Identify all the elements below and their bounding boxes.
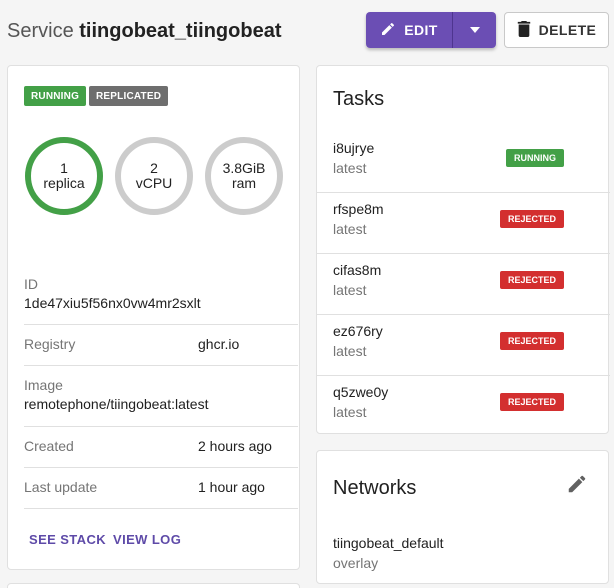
divider — [24, 508, 298, 509]
task-row[interactable]: ez676ry latest REJECTED — [317, 315, 610, 376]
divider — [24, 365, 298, 366]
task-row[interactable]: rfspe8m latest REJECTED — [317, 193, 610, 254]
registry-field: Registry ghcr.io — [24, 336, 298, 352]
delete-button-label: DELETE — [538, 22, 597, 38]
ram-gauge: 3.8GiB ram — [204, 136, 284, 216]
task-version: latest — [333, 221, 367, 237]
page-title: Service tiingobeat_tiingobeat — [7, 20, 281, 43]
pencil-icon — [380, 21, 396, 40]
delete-button[interactable]: DELETE — [504, 12, 609, 48]
status-badge-running: RUNNING — [24, 86, 87, 106]
pencil-icon[interactable] — [566, 473, 588, 500]
task-version: latest — [333, 282, 367, 298]
task-id: i8ujrye — [333, 140, 375, 156]
image-label: Image — [24, 377, 63, 393]
last-update-label: Last update — [24, 479, 98, 495]
registry-label: Registry — [24, 336, 76, 352]
replica-unit: replica — [43, 175, 85, 191]
id-field: ID 1de47xiu5f56nx0vw4mr2sxlt — [24, 276, 298, 311]
task-id: cifas8m — [333, 262, 382, 278]
tasks-title: Tasks — [333, 88, 385, 110]
last-update-field: Last update 1 hour ago — [24, 479, 298, 495]
divider — [24, 467, 298, 468]
ram-unit: ram — [231, 175, 257, 191]
image-field: Image remotephone/tiingobeat:latest — [24, 377, 298, 412]
next-card-edge — [7, 583, 300, 588]
id-value: 1de47xiu5f56nx0vw4mr2sxlt — [24, 295, 201, 311]
task-version: latest — [333, 160, 367, 176]
edit-button[interactable]: EDIT — [366, 12, 452, 48]
cpu-unit: vCPU — [135, 175, 173, 191]
task-status-badge: RUNNING — [506, 149, 564, 167]
task-row[interactable]: cifas8m latest REJECTED — [317, 254, 610, 315]
task-status-badge: REJECTED — [499, 271, 564, 289]
edit-button-group: EDIT — [366, 12, 496, 48]
see-stack-link[interactable]: SEE STACK — [29, 532, 106, 547]
edit-dropdown-button[interactable] — [453, 12, 496, 48]
task-row[interactable]: i8ujrye latest RUNNING — [317, 132, 610, 193]
task-id: rfspe8m — [333, 201, 384, 217]
task-status-badge: REJECTED — [499, 210, 564, 228]
image-value: remotephone/tiingobeat:latest — [24, 396, 209, 412]
divider — [24, 426, 298, 427]
mode-badge-replicated: REPLICATED — [89, 86, 169, 106]
edit-button-label: EDIT — [404, 22, 438, 38]
service-details-card: RUNNING REPLICATED 1 replica 2 vCPU 3.8G… — [7, 65, 300, 570]
task-version: latest — [333, 404, 367, 420]
last-update-value: 1 hour ago — [198, 479, 265, 495]
created-field: Created 2 hours ago — [24, 438, 298, 454]
service-name: tiingobeat_tiingobeat — [79, 20, 282, 42]
page-title-prefix: Service — [7, 20, 74, 42]
replica-count: 1 — [60, 160, 68, 176]
id-label: ID — [24, 276, 38, 292]
networks-title: Networks — [333, 477, 417, 499]
task-id: ez676ry — [333, 323, 383, 339]
task-version: latest — [333, 343, 367, 359]
created-value: 2 hours ago — [198, 438, 272, 454]
network-driver: overlay — [333, 555, 379, 571]
replica-gauge: 1 replica — [24, 136, 104, 216]
task-row[interactable]: q5zwe0y latest REJECTED — [317, 376, 610, 437]
task-id: q5zwe0y — [333, 384, 389, 400]
task-status-badge: REJECTED — [499, 393, 564, 411]
cpu-gauge: 2 vCPU — [114, 136, 194, 216]
network-name[interactable]: tiingobeat_default — [333, 535, 444, 551]
networks-card: Networks tiingobeat_default overlay — [316, 450, 609, 584]
trash-icon — [517, 20, 531, 40]
view-log-link[interactable]: VIEW LOG — [113, 532, 181, 547]
registry-value: ghcr.io — [198, 336, 240, 352]
ram-amount: 3.8GiB — [222, 160, 266, 176]
caret-down-icon — [469, 21, 481, 39]
created-label: Created — [24, 438, 74, 454]
divider — [24, 324, 298, 325]
tasks-card: Tasks i8ujrye latest RUNNING rfspe8m lat… — [316, 65, 610, 437]
task-status-badge: REJECTED — [499, 332, 564, 350]
cpu-count: 2 — [150, 160, 158, 176]
